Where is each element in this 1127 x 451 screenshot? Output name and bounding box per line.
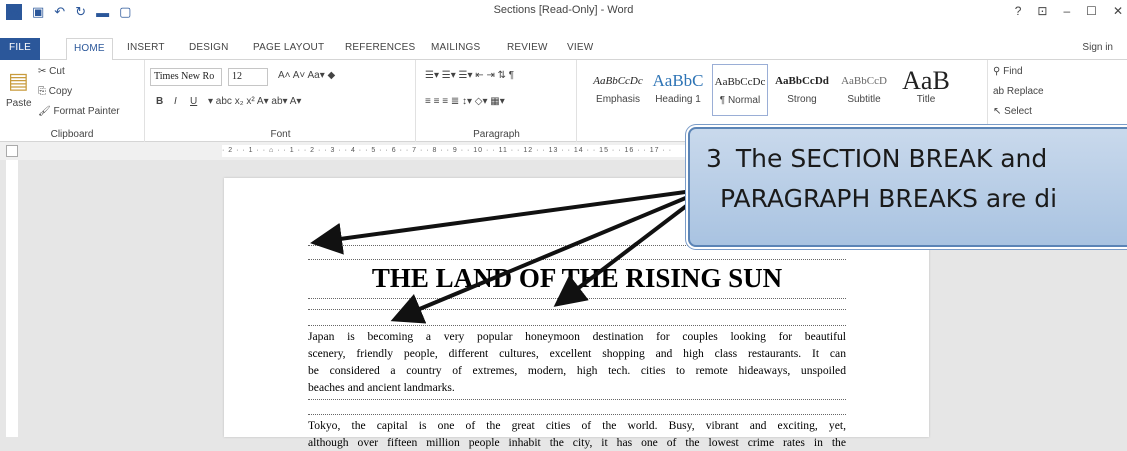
font-label: Font bbox=[270, 129, 291, 140]
ribbon-tabs: FILE HOME INSERT DESIGN PAGE LAYOUT REFE… bbox=[0, 38, 1127, 61]
instruction-callout: 3 The SECTION BREAK and PARAGRAPH BREAKS … bbox=[688, 127, 1127, 247]
paragraph-break-line bbox=[308, 246, 846, 260]
italic-button[interactable]: I bbox=[174, 96, 177, 107]
bold-button[interactable]: B bbox=[156, 96, 163, 107]
replace-icon: ab bbox=[993, 86, 1007, 97]
ribbon-display-icon[interactable]: ⊡ bbox=[1037, 4, 1047, 18]
paragraph-2[interactable]: Tokyo, the capital is one of the great c… bbox=[308, 417, 846, 451]
clipboard-label: Clipboard bbox=[50, 129, 94, 140]
paste-icon[interactable]: ▤ bbox=[8, 68, 29, 94]
select-label: Select bbox=[1004, 106, 1032, 117]
paragraph-label: Paragraph bbox=[473, 129, 520, 140]
font-group: Times New Ro 12 A˄ A˅ Aa▾ ◆ B I U ▾ abc … bbox=[146, 60, 416, 142]
align-icons[interactable]: ≡ ≡ ≡ ≣ ↕▾ ◇▾ ▦▾ bbox=[425, 96, 505, 107]
cut-icon: ✂ bbox=[38, 66, 50, 77]
copy-label: Copy bbox=[48, 86, 73, 97]
minimize-icon[interactable]: – bbox=[1063, 4, 1070, 18]
find-button[interactable]: ⚲ Find bbox=[993, 66, 1023, 77]
list-icons[interactable]: ☰▾ ☰▾ ☰▾ ⇤ ⇥ ⇅ ¶ bbox=[425, 70, 514, 81]
font-name-box[interactable]: Times New Ro bbox=[150, 68, 222, 86]
style-heading-1[interactable]: AaBbC Heading 1 bbox=[650, 64, 706, 116]
style-name: Title bbox=[916, 94, 936, 105]
text-line: scenery, friendly people, different cult… bbox=[308, 347, 846, 360]
paragraph-1[interactable]: Japan is becoming a very popular honeymo… bbox=[308, 328, 846, 396]
style-preview: AaBbCcDc bbox=[714, 76, 766, 88]
maximize-icon[interactable]: ☐ bbox=[1086, 4, 1097, 18]
document-body[interactable]: THE LAND OF THE RISING SUN Japan is beco… bbox=[308, 245, 846, 451]
font-size-box[interactable]: 12 bbox=[228, 68, 268, 86]
tab-review[interactable]: REVIEW bbox=[500, 38, 555, 60]
callout-line-1: 3 The SECTION BREAK and bbox=[706, 139, 1127, 179]
cut-button[interactable]: ✂ Cut bbox=[38, 66, 65, 77]
copy-button[interactable]: ⎘ Copy bbox=[38, 86, 72, 97]
style-normal[interactable]: AaBbCcDc ¶ Normal bbox=[712, 64, 768, 116]
paragraph-break-line bbox=[308, 399, 846, 415]
tab-home[interactable]: HOME bbox=[66, 38, 113, 61]
style-strong[interactable]: AaBbCcDd Strong bbox=[774, 64, 830, 116]
style-name: ¶ Normal bbox=[719, 95, 761, 106]
binoculars-icon: ⚲ bbox=[993, 66, 1004, 77]
format-painter-label: Format Painter bbox=[53, 106, 120, 117]
format-painter-button[interactable]: 🖌 Format Painter bbox=[38, 106, 120, 117]
text-line: Japan is becoming a very popular honeymo… bbox=[308, 330, 846, 343]
clipboard-group: ▤ Paste ✂ Cut ⎘ Copy 🖌 Format Painter Cl… bbox=[0, 60, 145, 142]
text-line: be considered a country of extremes, mod… bbox=[308, 364, 846, 377]
text-line: Tokyo, the capital is one of the great c… bbox=[308, 419, 846, 432]
style-preview: AaBbC bbox=[652, 71, 704, 90]
select-button[interactable]: ↖ Select bbox=[993, 106, 1032, 117]
window-controls: ? ⊡ – ☐ ✕ bbox=[1015, 4, 1123, 18]
style-name: Subtitle bbox=[847, 94, 881, 105]
window-title: Sections [Read-Only] - Word bbox=[493, 4, 634, 16]
callout-step-number: 3 bbox=[706, 144, 722, 173]
sign-in-link[interactable]: Sign in bbox=[1082, 42, 1113, 53]
underline-button[interactable]: U bbox=[190, 96, 197, 107]
tab-insert[interactable]: INSERT bbox=[120, 38, 172, 60]
tab-page-layout[interactable]: PAGE LAYOUT bbox=[246, 38, 331, 60]
replace-label: Replace bbox=[1006, 86, 1044, 97]
cut-label: Cut bbox=[49, 66, 65, 77]
find-label: Find bbox=[1003, 66, 1023, 77]
paste-button[interactable]: Paste bbox=[6, 98, 32, 109]
paragraph-break-line bbox=[308, 298, 846, 310]
style-title[interactable]: AaB Title bbox=[898, 64, 954, 116]
brush-icon: 🖌 bbox=[38, 106, 54, 117]
tab-design[interactable]: DESIGN bbox=[182, 38, 236, 60]
grow-font-icon[interactable]: A˄ A˅ Aa▾ ◆ bbox=[278, 70, 335, 81]
copy-icon: ⎘ bbox=[38, 86, 49, 97]
style-name: Emphasis bbox=[596, 94, 640, 105]
vertical-ruler[interactable] bbox=[6, 160, 18, 437]
style-emphasis[interactable]: AaBbCcDc Emphasis bbox=[590, 64, 646, 116]
tab-references[interactable]: REFERENCES bbox=[338, 38, 422, 60]
style-preview: AaBbCcDd bbox=[775, 75, 829, 87]
style-preview: AaBbCcDc bbox=[593, 75, 643, 87]
paragraph-break-line bbox=[308, 310, 846, 326]
callout-text: The SECTION BREAK and bbox=[735, 144, 1048, 173]
document-heading[interactable]: THE LAND OF THE RISING SUN bbox=[308, 260, 846, 298]
tab-file[interactable]: FILE bbox=[0, 38, 40, 60]
tab-view[interactable]: VIEW bbox=[560, 38, 600, 60]
help-icon[interactable]: ? bbox=[1015, 4, 1022, 18]
tab-mailings[interactable]: MAILINGS bbox=[424, 38, 487, 60]
font-effects-icons[interactable]: ▾ abc x₂ x² A▾ ab▾ A▾ bbox=[208, 96, 301, 107]
text-line: beaches and ancient landmarks. bbox=[308, 381, 455, 394]
close-icon[interactable]: ✕ bbox=[1113, 4, 1123, 18]
style-name: Heading 1 bbox=[655, 94, 701, 105]
title-bar: W ▣ ↶ ↻ ▬ ▢ Sections [Read-Only] - Word … bbox=[0, 0, 1127, 38]
style-name: Strong bbox=[787, 94, 817, 105]
replace-button[interactable]: ab Replace bbox=[993, 86, 1044, 97]
tab-selector[interactable] bbox=[6, 145, 18, 157]
paragraph-group: ☰▾ ☰▾ ☰▾ ⇤ ⇥ ⇅ ¶ ≡ ≡ ≡ ≣ ↕▾ ◇▾ ▦▾ Paragr… bbox=[417, 60, 577, 142]
style-subtitle[interactable]: AaBbCcD Subtitle bbox=[836, 64, 892, 116]
style-preview: AaB bbox=[902, 66, 950, 94]
style-preview: AaBbCcD bbox=[841, 75, 887, 87]
select-icon: ↖ bbox=[993, 106, 1005, 117]
callout-line-2: PARAGRAPH BREAKS are di bbox=[720, 184, 1058, 213]
